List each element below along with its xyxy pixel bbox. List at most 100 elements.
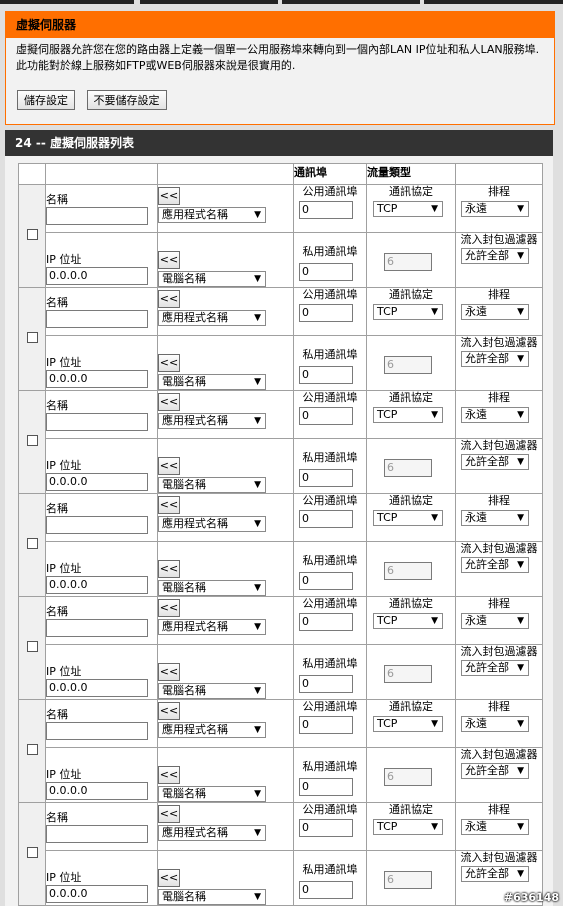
computer-name-value: 電腦名稱 <box>162 684 206 697</box>
computer-name-select[interactable]: 電腦名稱 ▼ <box>158 580 266 596</box>
ip-input[interactable]: 0.0.0.0 <box>46 885 148 903</box>
save-button[interactable]: 儲存設定 <box>17 90 75 110</box>
protocol-number-input[interactable]: 6 <box>384 459 432 477</box>
ip-input[interactable]: 0.0.0.0 <box>46 473 148 491</box>
public-port-input[interactable]: 0 <box>299 304 353 322</box>
protocol-select[interactable]: TCP ▼ <box>373 304 443 320</box>
protocol-select[interactable]: TCP ▼ <box>373 510 443 526</box>
private-port-input[interactable]: 0 <box>299 263 353 281</box>
app-name-select[interactable]: 應用程式名稱 ▼ <box>158 516 266 532</box>
protocol-number-input[interactable]: 6 <box>384 665 432 683</box>
ip-input[interactable]: 0.0.0.0 <box>46 370 148 388</box>
enable-checkbox[interactable] <box>26 229 38 240</box>
private-port-input[interactable]: 0 <box>299 469 353 487</box>
enable-checkbox[interactable] <box>26 641 38 652</box>
private-port-input[interactable]: 0 <box>299 778 353 796</box>
filter-select[interactable]: 允許全部 ▼ <box>461 248 529 264</box>
app-name-select[interactable]: 應用程式名稱 ▼ <box>158 825 266 841</box>
app-copy-button[interactable]: << <box>158 599 180 617</box>
filter-cell: 流入封包過濾器 允許全部 ▼ <box>455 747 543 803</box>
protocol-select[interactable]: TCP ▼ <box>373 613 443 629</box>
filter-select[interactable]: 允許全部 ▼ <box>461 866 529 882</box>
dont-save-button[interactable]: 不要儲存設定 <box>86 90 167 110</box>
app-name-cell: << 應用程式名稱 ▼ <box>157 493 294 542</box>
chevron-down-icon: ▼ <box>254 725 261 735</box>
enable-checkbox[interactable] <box>26 847 38 858</box>
computer-name-select[interactable]: 電腦名稱 ▼ <box>158 683 266 699</box>
app-name-select[interactable]: 應用程式名稱 ▼ <box>158 207 266 223</box>
schedule-select[interactable]: 永遠 ▼ <box>461 716 529 732</box>
computer-name-select[interactable]: 電腦名稱 ▼ <box>158 374 266 390</box>
private-port-input[interactable]: 0 <box>299 675 353 693</box>
computer-copy-button[interactable]: << <box>158 457 180 475</box>
enable-checkbox[interactable] <box>26 332 38 343</box>
name-input[interactable] <box>46 310 148 328</box>
app-copy-button[interactable]: << <box>158 393 180 411</box>
protocol-number-input[interactable]: 6 <box>384 253 432 271</box>
name-input[interactable] <box>46 207 148 225</box>
app-name-select[interactable]: 應用程式名稱 ▼ <box>158 310 266 326</box>
computer-name-select[interactable]: 電腦名稱 ▼ <box>158 271 266 287</box>
protocol-number-input[interactable]: 6 <box>384 768 432 786</box>
computer-copy-button[interactable]: << <box>158 663 180 681</box>
filter-select[interactable]: 允許全部 ▼ <box>461 763 529 779</box>
filter-select[interactable]: 允許全部 ▼ <box>461 557 529 573</box>
ip-input[interactable]: 0.0.0.0 <box>46 267 148 285</box>
private-port-input[interactable]: 0 <box>299 366 353 384</box>
protocol-select[interactable]: TCP ▼ <box>373 407 443 423</box>
ip-input[interactable]: 0.0.0.0 <box>46 679 148 697</box>
computer-name-select[interactable]: 電腦名稱 ▼ <box>158 786 266 802</box>
private-port-input[interactable]: 0 <box>299 572 353 590</box>
public-port-input[interactable]: 0 <box>299 201 353 219</box>
computer-name-select[interactable]: 電腦名稱 ▼ <box>158 889 266 905</box>
public-port-input[interactable]: 0 <box>299 819 353 837</box>
app-name-select[interactable]: 應用程式名稱 ▼ <box>158 722 266 738</box>
schedule-select[interactable]: 永遠 ▼ <box>461 201 529 217</box>
name-input[interactable] <box>46 619 148 637</box>
protocol-select[interactable]: TCP ▼ <box>373 819 443 835</box>
name-input[interactable] <box>46 516 148 534</box>
filter-select[interactable]: 允許全部 ▼ <box>461 660 529 676</box>
filter-select[interactable]: 允許全部 ▼ <box>461 351 529 367</box>
computer-copy-button[interactable]: << <box>158 766 180 784</box>
public-port-input[interactable]: 0 <box>299 407 353 425</box>
app-name-select[interactable]: 應用程式名稱 ▼ <box>158 619 266 635</box>
name-input[interactable] <box>46 825 148 843</box>
app-copy-button[interactable]: << <box>158 805 180 823</box>
computer-copy-button[interactable]: << <box>158 251 180 269</box>
app-copy-button[interactable]: << <box>158 290 180 308</box>
enable-checkbox[interactable] <box>26 538 38 549</box>
app-copy-button[interactable]: << <box>158 496 180 514</box>
public-port-input[interactable]: 0 <box>299 613 353 631</box>
private-port-input[interactable]: 0 <box>299 881 353 899</box>
schedule-select[interactable]: 永遠 ▼ <box>461 304 529 320</box>
protocol-select[interactable]: TCP ▼ <box>373 201 443 217</box>
ip-input[interactable]: 0.0.0.0 <box>46 576 148 594</box>
protocol-select[interactable]: TCP ▼ <box>373 716 443 732</box>
computer-name-select[interactable]: 電腦名稱 ▼ <box>158 477 266 493</box>
protocol-number-input[interactable]: 6 <box>384 562 432 580</box>
computer-copy-button[interactable]: << <box>158 354 180 372</box>
ip-input[interactable]: 0.0.0.0 <box>46 782 148 800</box>
enable-checkbox[interactable] <box>26 744 38 755</box>
app-copy-button[interactable]: << <box>158 187 180 205</box>
name-input[interactable] <box>46 413 148 431</box>
computer-copy-button[interactable]: << <box>158 560 180 578</box>
protocol-number-input[interactable]: 6 <box>384 871 432 889</box>
schedule-select[interactable]: 永遠 ▼ <box>461 510 529 526</box>
name-input[interactable] <box>46 722 148 740</box>
public-port-input[interactable]: 0 <box>299 510 353 528</box>
schedule-select[interactable]: 永遠 ▼ <box>461 407 529 423</box>
computer-name-cell: << 電腦名稱 ▼ <box>157 232 294 288</box>
public-port-input[interactable]: 0 <box>299 716 353 734</box>
enable-checkbox[interactable] <box>26 435 38 446</box>
protocol-number-input[interactable]: 6 <box>384 356 432 374</box>
schedule-select[interactable]: 永遠 ▼ <box>461 613 529 629</box>
watermark: #636148 <box>503 891 559 904</box>
app-copy-button[interactable]: << <box>158 702 180 720</box>
filter-select[interactable]: 允許全部 ▼ <box>461 454 529 470</box>
app-name-select[interactable]: 應用程式名稱 ▼ <box>158 413 266 429</box>
computer-copy-button[interactable]: << <box>158 869 180 887</box>
ip-label: IP 位址 <box>46 665 82 678</box>
schedule-select[interactable]: 永遠 ▼ <box>461 819 529 835</box>
